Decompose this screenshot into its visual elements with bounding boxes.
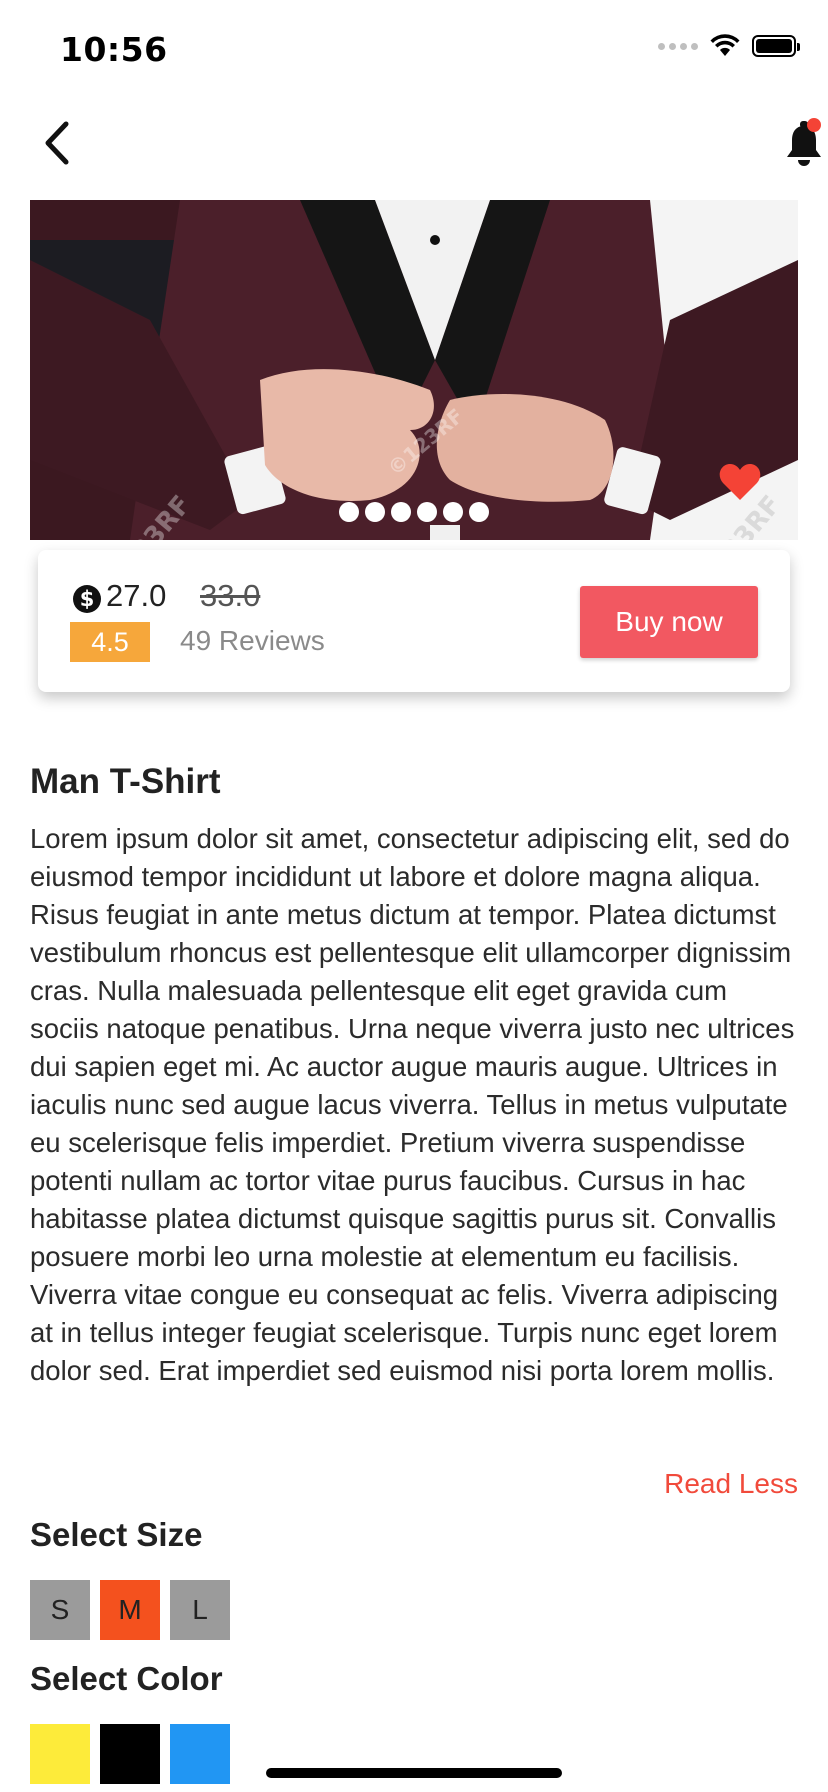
product-description: Lorem ipsum dolor sit amet, consectetur … (30, 823, 795, 1386)
color-option-blue[interactable] (170, 1724, 230, 1784)
chevron-left-icon (45, 121, 69, 165)
product-image[interactable]: 123RF 123RF ©123RF (30, 200, 798, 540)
heart-icon[interactable] (718, 462, 762, 502)
color-option-yellow[interactable] (30, 1724, 90, 1784)
pager-dot[interactable] (391, 502, 411, 522)
size-option-m[interactable]: M (100, 1580, 160, 1640)
pager-dot[interactable] (365, 502, 385, 522)
product-photo (30, 200, 798, 540)
color-heading: Select Color (30, 1660, 223, 1697)
buy-now-button[interactable]: Buy now (580, 586, 758, 658)
status-time: 10:56 (60, 30, 168, 69)
pager-dot[interactable] (339, 502, 359, 522)
size-option-s[interactable]: S (30, 1580, 90, 1640)
reviews-count[interactable]: 49 Reviews (180, 625, 325, 657)
price-original: 33.0 (200, 578, 261, 613)
back-button[interactable] (38, 118, 78, 168)
signal-icon (658, 42, 698, 50)
read-less-link[interactable]: Read Less (664, 1468, 798, 1500)
pager-dot[interactable] (469, 502, 489, 522)
dollar-circle-icon: $ (73, 585, 101, 613)
price-current: 27.0 (106, 578, 167, 613)
color-options (30, 1724, 230, 1784)
price-card: $ 27.0 33.0 4.5 49 Reviews Buy now (38, 550, 790, 692)
product-title: Man T-Shirt (30, 762, 221, 801)
status-indicators (658, 34, 800, 58)
battery-icon (752, 35, 800, 57)
size-options: S M L (30, 1580, 230, 1640)
bell-icon (787, 118, 821, 166)
size-heading: Select Size (30, 1516, 203, 1553)
pager-dot[interactable] (443, 502, 463, 522)
notifications-button[interactable] (782, 118, 826, 168)
pager-dot[interactable] (417, 502, 437, 522)
wifi-icon (710, 34, 740, 56)
svg-text:$: $ (80, 587, 95, 611)
image-pager[interactable] (30, 502, 798, 522)
rating-badge: 4.5 (70, 622, 150, 662)
size-option-l[interactable]: L (170, 1580, 230, 1640)
color-option-black[interactable] (100, 1724, 160, 1784)
home-indicator (266, 1768, 562, 1778)
